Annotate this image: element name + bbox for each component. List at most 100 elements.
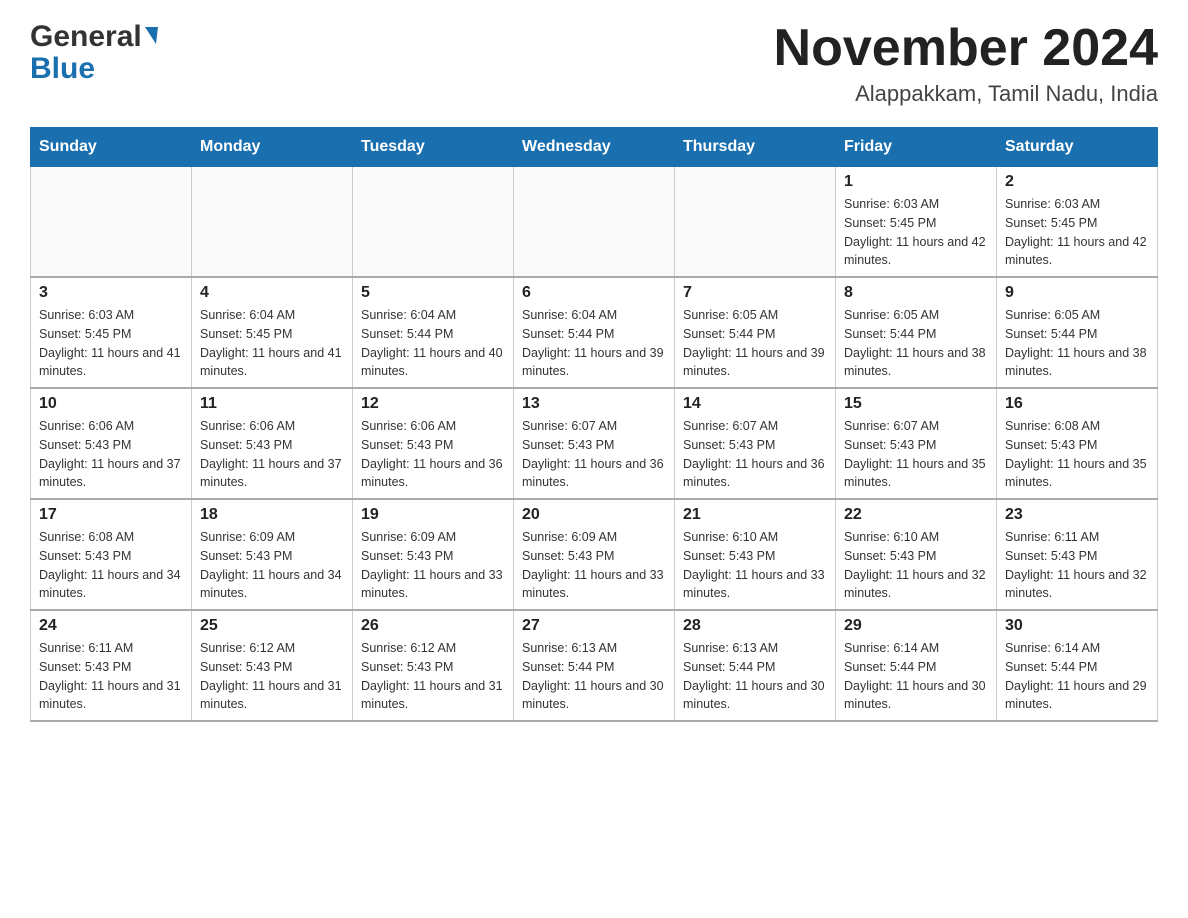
day-number: 27 [522,617,666,635]
calendar-cell [514,167,675,278]
day-number: 26 [361,617,505,635]
calendar-cell: 21Sunrise: 6:10 AMSunset: 5:43 PMDayligh… [675,499,836,610]
day-info: Sunrise: 6:13 AMSunset: 5:44 PMDaylight:… [683,639,827,714]
day-info: Sunrise: 6:07 AMSunset: 5:43 PMDaylight:… [844,417,988,492]
day-number: 4 [200,284,344,302]
weekday-header-wednesday: Wednesday [514,128,675,167]
calendar-cell [192,167,353,278]
calendar-cell: 25Sunrise: 6:12 AMSunset: 5:43 PMDayligh… [192,610,353,721]
calendar-cell: 9 Sunrise: 6:05 AMSunset: 5:44 PMDaylight… [997,277,1158,388]
day-info: Sunrise: 6:05 AMSunset: 5:44 PMDaylight:… [683,306,827,381]
day-info: Sunrise: 6:13 AMSunset: 5:44 PMDaylight:… [522,639,666,714]
calendar-cell: 6 Sunrise: 6:04 AMSunset: 5:44 PMDaylight… [514,277,675,388]
location-title: Alappakkam, Tamil Nadu, India [774,81,1158,107]
calendar-cell: 26 Sunrise: 6:12 AMSunset: 5:43 PMDayligh… [353,610,514,721]
weekday-header-row: SundayMondayTuesdayWednesdayThursdayFrid… [31,128,1158,167]
calendar-cell: 24Sunrise: 6:11 AMSunset: 5:43 PMDayligh… [31,610,192,721]
day-info: Sunrise: 6:06 AMSunset: 5:43 PMDaylight:… [200,417,344,492]
day-info: Sunrise: 6:09 AMSunset: 5:43 PMDaylight:… [361,528,505,603]
day-number: 7 [683,284,827,302]
calendar-week-row: 17Sunrise: 6:08 AMSunset: 5:43 PMDayligh… [31,499,1158,610]
calendar-cell: 17Sunrise: 6:08 AMSunset: 5:43 PMDayligh… [31,499,192,610]
day-info: Sunrise: 6:07 AMSunset: 5:43 PMDaylight:… [522,417,666,492]
title-area: November 2024 Alappakkam, Tamil Nadu, In… [774,20,1158,107]
calendar-cell: 18 Sunrise: 6:09 AMSunset: 5:43 PMDayligh… [192,499,353,610]
day-number: 12 [361,395,505,413]
day-info: Sunrise: 6:10 AMSunset: 5:43 PMDaylight:… [844,528,988,603]
logo-blue-text: Blue [30,54,95,84]
day-number: 15 [844,395,988,413]
day-number: 6 [522,284,666,302]
day-number: 16 [1005,395,1149,413]
day-number: 11 [200,395,344,413]
calendar-cell: 20 Sunrise: 6:09 AMSunset: 5:43 PMDayligh… [514,499,675,610]
day-info: Sunrise: 6:04 AMSunset: 5:44 PMDaylight:… [522,306,666,381]
weekday-header-monday: Monday [192,128,353,167]
logo-triangle-icon [145,27,158,44]
calendar-cell: 29 Sunrise: 6:14 AMSunset: 5:44 PMDayligh… [836,610,997,721]
day-number: 10 [39,395,183,413]
day-info: Sunrise: 6:09 AMSunset: 5:43 PMDaylight:… [200,528,344,603]
calendar-cell: 23Sunrise: 6:11 AMSunset: 5:43 PMDayligh… [997,499,1158,610]
day-number: 14 [683,395,827,413]
day-number: 23 [1005,506,1149,524]
day-info: Sunrise: 6:05 AMSunset: 5:44 PMDaylight:… [1005,306,1149,381]
calendar-cell [31,167,192,278]
calendar-cell: 13 Sunrise: 6:07 AMSunset: 5:43 PMDayligh… [514,388,675,499]
day-info: Sunrise: 6:09 AMSunset: 5:43 PMDaylight:… [522,528,666,603]
day-info: Sunrise: 6:06 AMSunset: 5:43 PMDaylight:… [39,417,183,492]
calendar-cell: 1 Sunrise: 6:03 AMSunset: 5:45 PMDaylight… [836,167,997,278]
day-number: 8 [844,284,988,302]
day-info: Sunrise: 6:10 AMSunset: 5:43 PMDaylight:… [683,528,827,603]
day-info: Sunrise: 6:12 AMSunset: 5:43 PMDaylight:… [200,639,344,714]
day-number: 19 [361,506,505,524]
calendar-cell: 30 Sunrise: 6:14 AMSunset: 5:44 PMDayligh… [997,610,1158,721]
day-number: 3 [39,284,183,302]
calendar-cell: 15 Sunrise: 6:07 AMSunset: 5:43 PMDayligh… [836,388,997,499]
weekday-header-sunday: Sunday [31,128,192,167]
day-number: 13 [522,395,666,413]
day-info: Sunrise: 6:05 AMSunset: 5:44 PMDaylight:… [844,306,988,381]
calendar-cell: 12 Sunrise: 6:06 AMSunset: 5:43 PMDayligh… [353,388,514,499]
logo-general-text: General [30,20,142,54]
weekday-header-friday: Friday [836,128,997,167]
day-number: 24 [39,617,183,635]
calendar-cell: 16Sunrise: 6:08 AMSunset: 5:43 PMDayligh… [997,388,1158,499]
calendar-cell: 27 Sunrise: 6:13 AMSunset: 5:44 PMDayligh… [514,610,675,721]
calendar-cell: 2Sunrise: 6:03 AMSunset: 5:45 PMDaylight… [997,167,1158,278]
day-info: Sunrise: 6:06 AMSunset: 5:43 PMDaylight:… [361,417,505,492]
calendar-cell [353,167,514,278]
day-number: 28 [683,617,827,635]
weekday-header-tuesday: Tuesday [353,128,514,167]
day-number: 30 [1005,617,1149,635]
day-number: 9 [1005,284,1149,302]
day-number: 22 [844,506,988,524]
calendar-cell: 4 Sunrise: 6:04 AMSunset: 5:45 PMDaylight… [192,277,353,388]
weekday-header-saturday: Saturday [997,128,1158,167]
day-info: Sunrise: 6:14 AMSunset: 5:44 PMDaylight:… [1005,639,1149,714]
month-title: November 2024 [774,20,1158,77]
header: General Blue November 2024 Alappakkam, T… [30,20,1158,107]
day-info: Sunrise: 6:03 AMSunset: 5:45 PMDaylight:… [1005,195,1149,270]
weekday-header-thursday: Thursday [675,128,836,167]
calendar-cell: 22 Sunrise: 6:10 AMSunset: 5:43 PMDayligh… [836,499,997,610]
day-info: Sunrise: 6:12 AMSunset: 5:43 PMDaylight:… [361,639,505,714]
day-info: Sunrise: 6:14 AMSunset: 5:44 PMDaylight:… [844,639,988,714]
day-number: 20 [522,506,666,524]
day-info: Sunrise: 6:03 AMSunset: 5:45 PMDaylight:… [844,195,988,270]
calendar-week-row: 24Sunrise: 6:11 AMSunset: 5:43 PMDayligh… [31,610,1158,721]
calendar-week-row: 10 Sunrise: 6:06 AMSunset: 5:43 PMDayligh… [31,388,1158,499]
day-number: 17 [39,506,183,524]
calendar-cell: 14Sunrise: 6:07 AMSunset: 5:43 PMDayligh… [675,388,836,499]
day-number: 18 [200,506,344,524]
calendar-cell [675,167,836,278]
day-number: 1 [844,173,988,191]
calendar-table: SundayMondayTuesdayWednesdayThursdayFrid… [30,127,1158,722]
logo: General Blue [30,20,158,84]
day-number: 29 [844,617,988,635]
calendar-cell: 11 Sunrise: 6:06 AMSunset: 5:43 PMDayligh… [192,388,353,499]
calendar-cell: 8 Sunrise: 6:05 AMSunset: 5:44 PMDaylight… [836,277,997,388]
day-info: Sunrise: 6:04 AMSunset: 5:45 PMDaylight:… [200,306,344,381]
calendar-cell: 7 Sunrise: 6:05 AMSunset: 5:44 PMDaylight… [675,277,836,388]
calendar-cell: 28 Sunrise: 6:13 AMSunset: 5:44 PMDayligh… [675,610,836,721]
